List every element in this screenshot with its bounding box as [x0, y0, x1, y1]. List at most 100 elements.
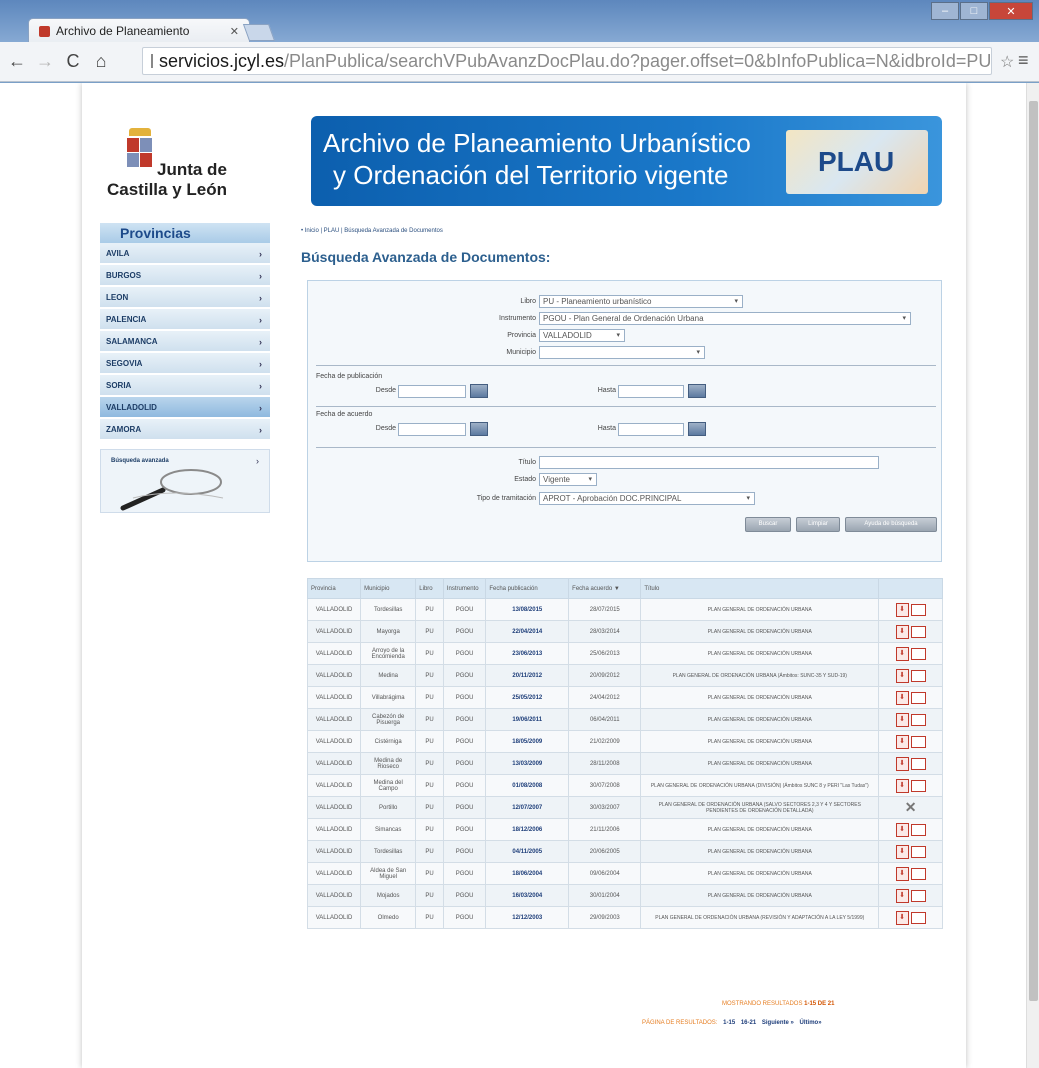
pdf-icon[interactable]: ⬇ — [895, 888, 909, 903]
pub-desde-input[interactable] — [398, 385, 466, 398]
folder-icon[interactable] — [910, 779, 926, 792]
folder-icon[interactable] — [910, 603, 926, 616]
last-page-link[interactable]: Último» — [800, 1020, 822, 1026]
folder-icon[interactable] — [910, 713, 926, 726]
col-fecha-acuerdo[interactable]: Fecha acuerdo ▼ — [568, 578, 642, 599]
page-link-2[interactable]: 16-21 — [741, 1020, 756, 1026]
col-fecha-publicacion[interactable]: Fecha publicación — [485, 578, 570, 599]
pdf-icon[interactable]: ⬇ — [895, 602, 909, 617]
folder-icon[interactable] — [910, 757, 926, 770]
col-provincia[interactable]: Provincia — [306, 578, 362, 599]
pdf-icon[interactable]: ⬇ — [895, 822, 909, 837]
folder-icon[interactable] — [910, 911, 926, 924]
cell-fecha-publicacion[interactable]: 19/06/2011 — [485, 708, 570, 731]
pdf-icon[interactable]: ⬇ — [895, 910, 909, 925]
limpiar-button[interactable]: Limpiar — [796, 517, 840, 532]
cell-fecha-publicacion[interactable]: 16/03/2004 — [485, 884, 570, 907]
folder-icon[interactable] — [910, 669, 926, 682]
acu-hasta-input[interactable] — [618, 423, 684, 436]
new-tab-button[interactable] — [242, 24, 276, 41]
col-municipio[interactable]: Municipio — [360, 578, 417, 599]
pdf-icon[interactable]: ⬇ — [895, 690, 909, 705]
ayuda-busqueda-button[interactable]: Ayuda de búsqueda — [845, 517, 937, 532]
breadcrumb[interactable]: • Inicio | PLAU | Búsqueda Avanzada de D… — [301, 228, 443, 234]
acu-desde-input[interactable] — [398, 423, 466, 436]
folder-icon[interactable] — [910, 867, 926, 880]
cell-fecha-publicacion[interactable]: 18/12/2006 — [485, 818, 570, 841]
folder-icon[interactable] — [910, 735, 926, 748]
cell-fecha-publicacion[interactable]: 22/04/2014 — [485, 620, 570, 643]
page-link-1[interactable]: 1-15 — [723, 1020, 735, 1026]
close-window-button[interactable]: ✕ — [989, 2, 1033, 20]
provincia-select[interactable]: VALLADOLID ▾ — [539, 329, 625, 342]
cell-fecha-publicacion[interactable]: 20/11/2012 — [485, 664, 570, 687]
folder-icon[interactable] — [910, 647, 926, 660]
cell-fecha-publicacion[interactable]: 12/07/2007 — [485, 796, 570, 819]
minimize-button[interactable]: – — [931, 2, 959, 20]
sidebar-item-avila[interactable]: AVILA › — [100, 243, 270, 265]
tipo-tramitacion-select[interactable]: APROT - Aprobación DOC.PRINCIPAL ▾ — [539, 492, 755, 505]
sidebar-item-segovia[interactable]: SEGOVIA › — [100, 353, 270, 375]
next-page-link[interactable]: Siguiente » — [762, 1020, 794, 1026]
sidebar-item-leon[interactable]: LEON › — [100, 287, 270, 309]
maximize-button[interactable]: □ — [960, 2, 988, 20]
advanced-search-link[interactable]: Búsqueda avanzada › — [100, 449, 270, 513]
libro-select[interactable]: PU - Planeamiento urbanístico ▾ — [539, 295, 743, 308]
cell-fecha-publicacion[interactable]: 13/03/2009 — [485, 752, 570, 775]
menu-icon[interactable]: ≡ — [1018, 50, 1029, 71]
cell-fecha-publicacion[interactable]: 18/05/2009 — [485, 730, 570, 753]
folder-icon[interactable] — [910, 889, 926, 902]
cell-fecha-publicacion[interactable]: 18/06/2004 — [485, 862, 570, 885]
folder-icon[interactable] — [910, 823, 926, 836]
forward-icon[interactable]: → — [34, 51, 56, 72]
cell-fecha-publicacion[interactable]: 23/06/2013 — [485, 642, 570, 665]
tab-close-icon[interactable]: ✕ — [230, 25, 239, 38]
pdf-icon[interactable]: ⬇ — [895, 844, 909, 859]
back-icon[interactable]: ← — [6, 51, 28, 72]
scrollbar-thumb[interactable] — [1029, 101, 1038, 1001]
municipio-select[interactable]: ▾ — [539, 346, 705, 359]
pdf-icon[interactable]: ⬇ — [895, 734, 909, 749]
home-icon[interactable]: ⌂ — [90, 51, 112, 72]
reload-icon[interactable]: C — [62, 51, 84, 72]
sidebar-item-zamora[interactable]: ZAMORA › — [100, 419, 270, 441]
pub-hasta-input[interactable] — [618, 385, 684, 398]
calendar-icon[interactable] — [470, 422, 488, 436]
cell-fecha-publicacion[interactable]: 25/05/2012 — [485, 686, 570, 709]
calendar-icon[interactable] — [688, 384, 706, 398]
pdf-icon[interactable]: ⬇ — [895, 712, 909, 727]
pdf-icon[interactable]: ⬇ — [895, 646, 909, 661]
pdf-icon[interactable]: ⬇ — [895, 624, 909, 639]
col-libro[interactable]: Libro — [415, 578, 444, 599]
cell-fecha-publicacion[interactable]: 12/12/2003 — [485, 906, 570, 929]
col-titulo[interactable]: Título — [640, 578, 880, 599]
buscar-button[interactable]: Buscar — [745, 517, 791, 532]
calendar-icon[interactable] — [470, 384, 488, 398]
folder-icon[interactable] — [910, 845, 926, 858]
sidebar: Provincias AVILA › BURGOS › LEON › PALENCIA… — [100, 223, 270, 513]
folder-icon[interactable] — [910, 625, 926, 638]
sidebar-item-valladolid[interactable]: VALLADOLID › — [100, 397, 270, 419]
browser-tab[interactable]: Archivo de Planeamiento ✕ — [28, 18, 250, 43]
titulo-input[interactable] — [539, 456, 879, 469]
pdf-icon[interactable]: ⬇ — [895, 778, 909, 793]
vertical-scrollbar[interactable] — [1026, 83, 1039, 1068]
cell-fecha-publicacion[interactable]: 13/08/2015 — [485, 598, 570, 621]
folder-icon[interactable] — [910, 691, 926, 704]
pdf-icon[interactable]: ⬇ — [895, 756, 909, 771]
cell-fecha-publicacion[interactable]: 01/08/2008 — [485, 774, 570, 797]
pdf-icon[interactable]: ⬇ — [895, 866, 909, 881]
pdf-icon[interactable]: ⬇ — [895, 668, 909, 683]
instrumento-select[interactable]: PGOU - Plan General de Ordenación Urbana… — [539, 312, 911, 325]
estado-select[interactable]: Vigente ▾ — [539, 473, 597, 486]
address-bar[interactable]: servicios.jcyl.es /PlanPublica/searchVPu… — [142, 47, 992, 75]
col-instrumento[interactable]: Instrumento — [442, 578, 487, 599]
sidebar-item-salamanca[interactable]: SALAMANCA › — [100, 331, 270, 353]
sidebar-item-soria[interactable]: SORIA › — [100, 375, 270, 397]
sidebar-item-burgos[interactable]: BURGOS › — [100, 265, 270, 287]
calendar-icon[interactable] — [688, 422, 706, 436]
sidebar-item-palencia[interactable]: PALENCIA › — [100, 309, 270, 331]
cell-fecha-publicacion[interactable]: 04/11/2005 — [485, 840, 570, 863]
bookmark-star-icon[interactable]: ☆ — [1000, 52, 1014, 72]
junta-logo[interactable]: Junta de Castilla y León — [107, 128, 247, 208]
